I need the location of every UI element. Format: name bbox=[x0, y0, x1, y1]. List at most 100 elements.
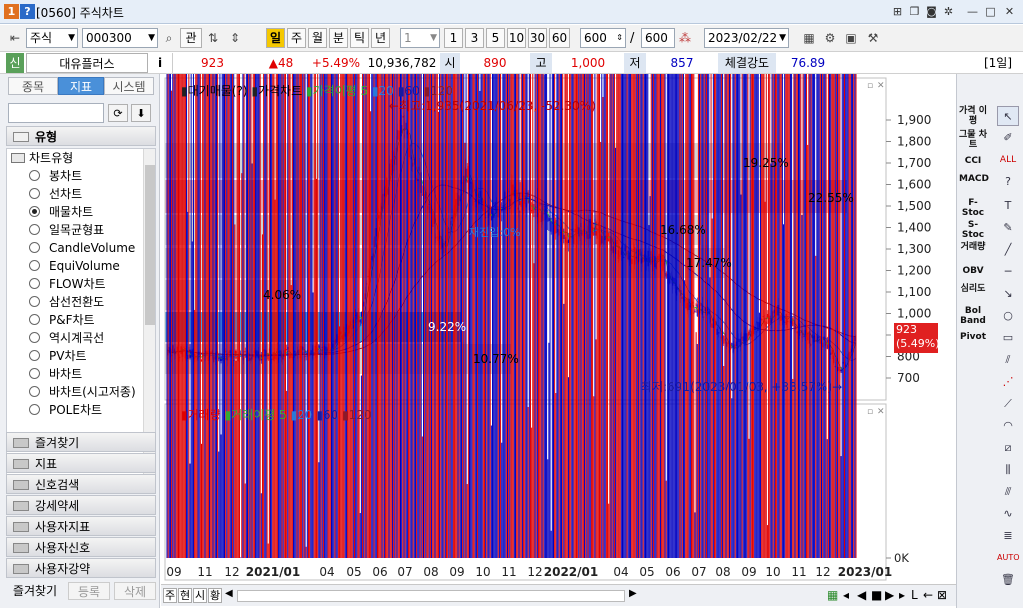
tree-root[interactable]: 차트유형 bbox=[7, 149, 145, 167]
legend-volume[interactable]: 거래량 bbox=[188, 408, 221, 422]
stop-icon[interactable]: ■ bbox=[871, 588, 882, 602]
period-minute[interactable]: 분 bbox=[329, 28, 348, 48]
radio-icon[interactable] bbox=[29, 188, 40, 199]
auto-icon[interactable]: AUTO bbox=[997, 548, 1020, 568]
rt-obv[interactable]: OBV bbox=[959, 266, 987, 276]
delete-button[interactable]: 삭제 bbox=[114, 582, 156, 600]
category-1[interactable]: 지표 bbox=[6, 453, 156, 473]
rt-macd[interactable]: MACD bbox=[959, 174, 989, 184]
favorites-tab[interactable]: 즐겨찾기 bbox=[6, 582, 64, 600]
all-icon[interactable]: ALL bbox=[997, 150, 1019, 170]
line-icon[interactable]: ╱ bbox=[997, 240, 1019, 260]
legend-ma20[interactable]: 20 bbox=[379, 84, 394, 98]
camera-icon[interactable]: ◙ bbox=[924, 4, 939, 19]
maximize-icon[interactable]: □ bbox=[983, 4, 998, 19]
legend-vma120[interactable]: 120 bbox=[349, 408, 372, 422]
chart-type-item[interactable]: EquiVolume bbox=[7, 257, 145, 275]
legend-ma5[interactable]: 가격이평 5 bbox=[313, 84, 369, 98]
prev-icon[interactable]: ◀ bbox=[857, 588, 866, 602]
scroll-left-icon[interactable]: ◀ bbox=[225, 588, 233, 599]
chart-type-item[interactable]: 역시계곡선 bbox=[7, 329, 145, 347]
minimize-icon[interactable]: — bbox=[965, 4, 980, 19]
radio-icon[interactable] bbox=[29, 386, 40, 397]
panel-close-icon[interactable]: ✕ bbox=[877, 81, 885, 91]
type-header[interactable]: 유형 bbox=[6, 126, 156, 146]
chart-icon[interactable]: ▦ bbox=[800, 28, 818, 48]
legend-ma60[interactable]: 60 bbox=[404, 84, 419, 98]
scroll-thumb[interactable] bbox=[145, 165, 155, 325]
chart-type-item[interactable]: FLOW차트 bbox=[7, 275, 145, 293]
search-icon[interactable]: ⌕ bbox=[160, 28, 178, 48]
interval-10[interactable]: 10 bbox=[507, 28, 526, 48]
stock-chart[interactable]: 1,900 1,800 1,700 1,600 1,500 1,400 1,300 1,200… bbox=[161, 74, 956, 608]
rt-cci[interactable]: CCI bbox=[959, 156, 987, 166]
radio-icon[interactable] bbox=[29, 242, 40, 253]
panel-close-icon[interactable]: ✕ bbox=[877, 407, 885, 417]
download-icon[interactable]: ⬇ bbox=[131, 104, 151, 122]
radio-icon[interactable] bbox=[29, 368, 40, 379]
code-input[interactable]: 000300 ▼ bbox=[82, 28, 158, 48]
radio-icon[interactable] bbox=[29, 296, 40, 307]
legend-vma20[interactable]: 20 bbox=[297, 408, 312, 422]
period-tick[interactable]: 틱 bbox=[350, 28, 369, 48]
interval-30[interactable]: 30 bbox=[528, 28, 547, 48]
date-select[interactable]: 2023/02/22 ▼ bbox=[704, 28, 789, 48]
bottom-btn-si[interactable]: 시 bbox=[193, 588, 207, 603]
last-icon[interactable]: ▸ bbox=[899, 588, 905, 602]
category-4[interactable]: 사용자지표 bbox=[6, 516, 156, 536]
text-icon[interactable]: T bbox=[997, 196, 1019, 216]
radio-icon[interactable] bbox=[29, 170, 40, 181]
circle-icon[interactable]: ○ bbox=[997, 306, 1019, 326]
chart-type-item[interactable]: 바차트 bbox=[7, 365, 145, 383]
pen-icon[interactable]: ✎ bbox=[997, 218, 1019, 238]
period-year[interactable]: 년 bbox=[371, 28, 390, 48]
close-icon[interactable]: ✕ bbox=[1002, 4, 1017, 19]
settings-icon[interactable]: ⚙ bbox=[821, 28, 839, 48]
market-select[interactable]: 주식 ▼ bbox=[26, 28, 78, 48]
indicator-search-input[interactable] bbox=[8, 103, 104, 123]
tab-indicators[interactable]: 지표 bbox=[58, 77, 104, 95]
tools-icon[interactable]: ⚒ bbox=[864, 28, 882, 48]
arc-icon[interactable]: ◠ bbox=[997, 416, 1019, 436]
kwan-button[interactable]: 관 bbox=[180, 28, 202, 48]
radio-icon[interactable] bbox=[29, 278, 40, 289]
cycle-icon[interactable]: ⫼ bbox=[997, 460, 1019, 480]
hline-icon[interactable]: ─ bbox=[997, 262, 1019, 282]
rt-fstoc[interactable]: F-Stoc bbox=[959, 198, 987, 218]
period-month[interactable]: 월 bbox=[308, 28, 327, 48]
chart-scrollbar[interactable] bbox=[237, 590, 625, 602]
spin-icon[interactable]: ⇕ bbox=[226, 28, 244, 48]
sync-icon[interactable]: ⇅ bbox=[204, 28, 222, 48]
chart-type-item[interactable]: 선차트 bbox=[7, 185, 145, 203]
chart-type-item[interactable]: PV차트 bbox=[7, 347, 145, 365]
interval-5[interactable]: 5 bbox=[486, 28, 505, 48]
legend-vma60[interactable]: 60 bbox=[323, 408, 338, 422]
tab-system[interactable]: 시스템 bbox=[104, 77, 154, 95]
question-icon[interactable]: ? bbox=[997, 172, 1019, 192]
radio-icon[interactable] bbox=[29, 260, 40, 271]
panel-restore-icon[interactable]: ▫ bbox=[867, 81, 873, 91]
chart-type-item[interactable]: 일목균형표 bbox=[7, 221, 145, 239]
period-day[interactable]: 일 bbox=[266, 28, 285, 48]
panel-toggle-icon[interactable]: ⇤ bbox=[6, 28, 24, 48]
chart-type-item[interactable]: 매물차트 bbox=[7, 203, 145, 221]
category-5[interactable]: 사용자신호 bbox=[6, 537, 156, 557]
interval-3[interactable]: 3 bbox=[465, 28, 484, 48]
period-week[interactable]: 주 bbox=[287, 28, 306, 48]
eraser-icon[interactable]: ✐ bbox=[997, 128, 1019, 148]
count-input[interactable]: 600 ⇕ bbox=[580, 28, 626, 48]
chart-type-item[interactable]: 삼선전환도 bbox=[7, 293, 145, 311]
stack-icon[interactable]: ≣ bbox=[997, 526, 1019, 546]
first-icon[interactable]: ◂ bbox=[843, 588, 849, 602]
fit-icon[interactable]: ⊠ bbox=[937, 588, 947, 602]
chart-type-item[interactable]: P&F차트 bbox=[7, 311, 145, 329]
chart-type-item[interactable]: POLE차트 bbox=[7, 401, 145, 419]
chart-type-item[interactable]: CandleVolume bbox=[7, 239, 145, 257]
rt-pivot[interactable]: Pivot bbox=[959, 332, 987, 342]
radio-icon[interactable] bbox=[29, 206, 40, 217]
legend-ma120[interactable]: 120 bbox=[430, 84, 453, 98]
trash-icon[interactable]: 🗑 bbox=[997, 570, 1019, 590]
stock-name[interactable]: 대유플러스 bbox=[26, 53, 148, 73]
gann-icon[interactable]: ⧄ bbox=[997, 438, 1019, 458]
help-badge[interactable]: ? bbox=[20, 4, 35, 19]
